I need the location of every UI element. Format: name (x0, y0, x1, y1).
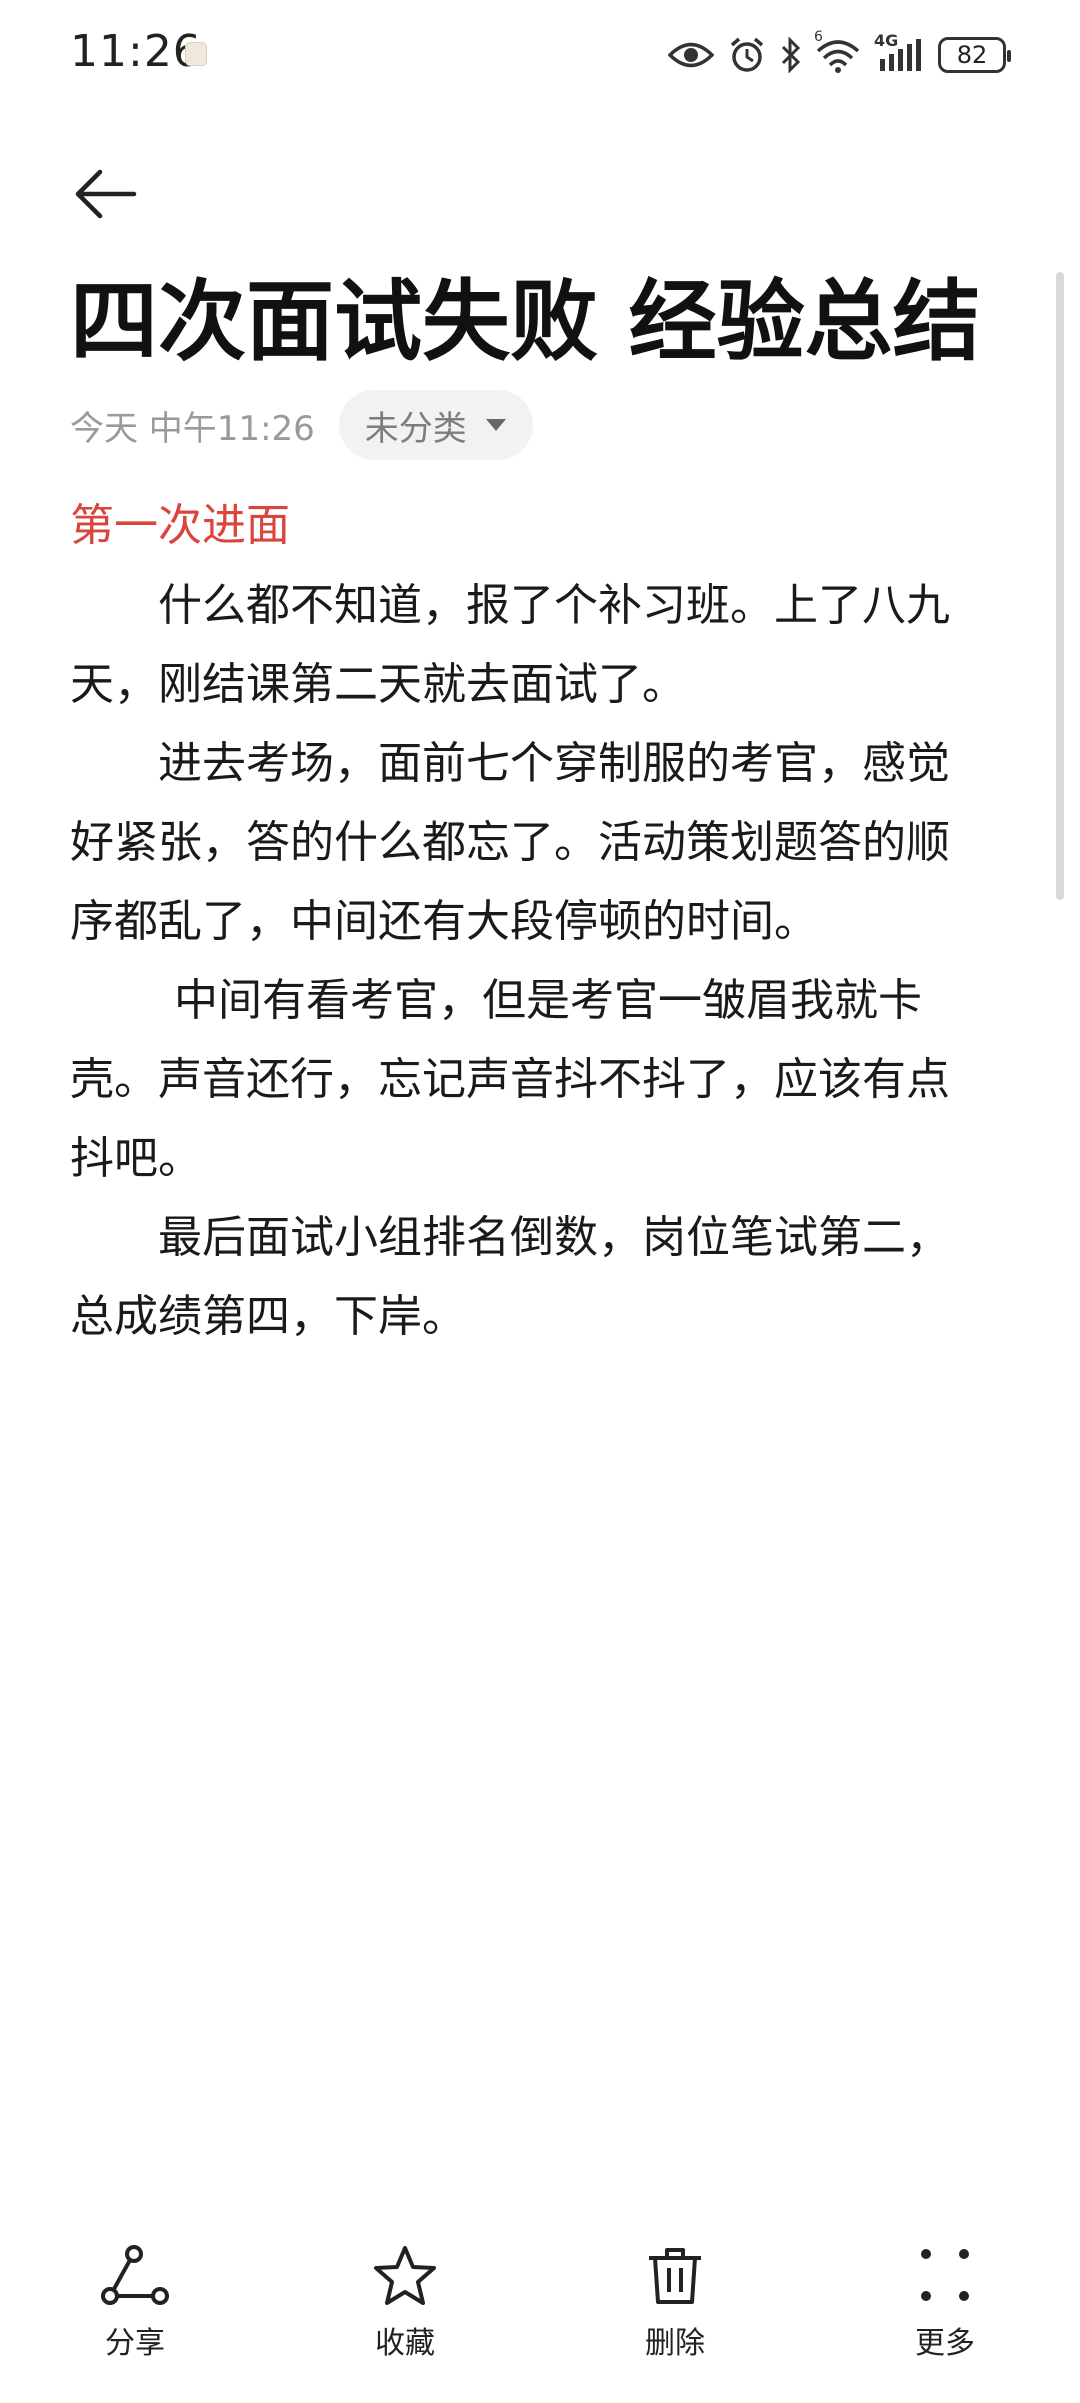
status-time: 11:26 (70, 26, 202, 77)
category-dropdown[interactable]: 未分类 (338, 390, 533, 460)
paragraph: 进去考场，面前七个穿制服的考官，感觉好紧张，答的什么都忘了。活动策划题答的顺序都… (70, 738, 950, 947)
delete-label: 删除 (645, 2326, 705, 2361)
section-heading: 第一次进面 (70, 500, 290, 551)
triangle-down-icon (485, 419, 506, 431)
back-button[interactable] (70, 158, 142, 230)
network-type: 4G (874, 31, 899, 50)
share-icon (100, 2240, 170, 2312)
signal-icon: 4G (874, 31, 924, 73)
favorite-button[interactable]: 收藏 (325, 2240, 485, 2362)
more-dots-icon (920, 2240, 970, 2312)
note-date: 今天 中午11:26 (70, 408, 315, 449)
wifi-icon: 6 (814, 29, 860, 73)
note-meta: 今天 中午11:26 未分类 (70, 390, 533, 460)
favorite-label: 收藏 (375, 2326, 435, 2361)
paragraph: 中间有看考官，但是考官一皱眉我就卡壳。声音还行，忘记声音抖不抖了，应该有点抖吧。 (70, 975, 950, 1184)
share-label: 分享 (105, 2326, 165, 2361)
back-arrow-icon (75, 169, 137, 219)
bottom-toolbar: 分享 收藏 删除 更多 (0, 2240, 1080, 2370)
note-body[interactable]: 第一次进面 什么都不知道，报了个补习班。上了八九天，刚结课第二天就去面试了。 进… (70, 486, 970, 1356)
scrollbar[interactable] (1056, 272, 1064, 900)
bluetooth-icon (780, 37, 802, 73)
battery-indicator: 82 (938, 37, 1011, 73)
eye-icon (668, 40, 714, 70)
share-button[interactable]: 分享 (55, 2240, 215, 2362)
more-label: 更多 (915, 2326, 975, 2361)
notification-icon (185, 42, 207, 66)
category-label: 未分类 (364, 408, 467, 449)
status-bar: 11:26 6 4G 82 (0, 0, 1080, 110)
paragraph: 什么都不知道，报了个补习班。上了八九天，刚结课第二天就去面试了。 (70, 580, 950, 710)
trash-icon (645, 2240, 705, 2312)
star-icon (372, 2240, 438, 2312)
paragraph: 最后面试小组排名倒数，岗位笔试第二，总成绩第四，下岸。 (70, 1212, 950, 1342)
delete-button[interactable]: 删除 (595, 2240, 755, 2362)
wifi-badge: 6 (814, 29, 823, 45)
note-title[interactable]: 四次面试失败 经验总结 (70, 262, 1010, 382)
more-button[interactable]: 更多 (865, 2240, 1025, 2362)
status-icons: 6 4G 82 (668, 29, 1011, 80)
alarm-icon (728, 36, 766, 74)
